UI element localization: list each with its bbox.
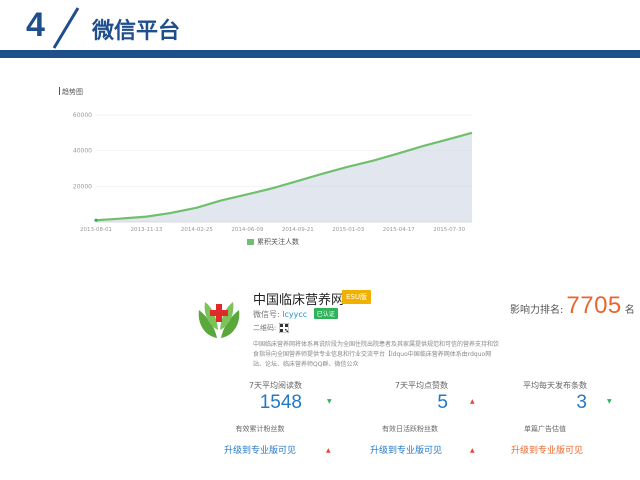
series-area [96, 132, 472, 222]
chart-title: 趋势图 [62, 88, 83, 96]
y-tick-label: 60000 [73, 112, 92, 119]
legend-label: 累积关注人数 [257, 238, 299, 246]
y-tick-label: 40000 [73, 148, 92, 155]
account-logo [198, 302, 240, 338]
legend-swatch [247, 239, 254, 245]
slide-title: 微信平台 [92, 19, 181, 44]
stat-label: 7天平均阅读数 [248, 381, 302, 390]
x-tick-label: 2014-02-25 [181, 227, 213, 232]
x-tick-label: 2014-06-09 [231, 227, 263, 232]
x-tick-label: 2013-08-01 [80, 227, 112, 232]
chart-legend[interactable]: 累积关注人数 [247, 237, 299, 247]
stat2-label: 有效日活跃粉丝数 [382, 425, 438, 433]
x-tick-label: 2015-01-03 [332, 227, 364, 232]
influence-rank: 影响力排名: 7705 名 [510, 292, 635, 320]
rank-unit: 名 [624, 305, 635, 316]
qr-code-icon[interactable] [279, 323, 290, 333]
wechat-id-line: 微信号: lcyycc 已认证 [253, 308, 338, 320]
data-point [94, 218, 98, 222]
upgrade-link[interactable]: 升级到专业版可见 [346, 443, 466, 456]
stat2-label: 有效累计粉丝数 [235, 425, 285, 433]
stat-avg-likes: 7天平均点赞数 5 [318, 380, 448, 414]
header-bar [0, 50, 640, 58]
account-name[interactable]: 中国临床营养网 [253, 289, 344, 308]
esu-badge: ESU版 [342, 290, 371, 304]
qr-code-line: 二维码: [253, 323, 290, 333]
trend-up-icon: ▲ [470, 447, 475, 454]
stat-value: 1548 [259, 392, 302, 413]
wechat-id-value: lcyycc [282, 310, 308, 319]
trend-up-icon: ▲ [326, 447, 331, 454]
y-tick-label: 20000 [73, 183, 92, 190]
x-tick-label: 2015-04-17 [383, 227, 415, 232]
slide-header: 4 微信平台 [0, 0, 640, 62]
trend-down-icon: ▼ [607, 398, 612, 405]
x-tick-label: 2013-11-13 [130, 227, 162, 232]
rank-value: 7705 [566, 292, 622, 319]
section-number: 4 [26, 6, 45, 44]
x-tick-label: 2015-07-30 [433, 227, 465, 232]
stat-label: 平均每天发布条数 [523, 381, 587, 390]
stat-avg-reads: 7天平均阅读数 1548 [172, 380, 302, 414]
stat-label: 7天平均点赞数 [394, 381, 448, 390]
stat-daily-posts: 平均每天发布条数 3 [457, 380, 587, 414]
chart-title-marker [59, 87, 60, 95]
upgrade-link[interactable]: 升级到专业版可见 [487, 443, 607, 456]
stat2-label: 单篇广告估值 [524, 425, 566, 433]
x-tick-label: 2014-09-21 [282, 227, 314, 232]
rank-label: 影响力排名: [510, 305, 564, 316]
slash-decoration-icon [52, 7, 80, 49]
verified-badge: 已认证 [313, 308, 338, 319]
stat-value: 5 [437, 392, 448, 413]
qr-label: 二维码: [253, 324, 277, 332]
upgrade-link[interactable]: 升级到专业版可见 [200, 443, 320, 456]
account-description: 中国临床营养网将体系再说阶段为全国住院出院患者及其家属提供规范和可信的营养支持和… [253, 341, 500, 368]
trend-chart: 20000 40000 60000 2013-08-01 2013-11-13 2014-… [73, 112, 473, 232]
stat-value: 3 [576, 392, 587, 413]
wechat-id-label: 微信号: [253, 310, 280, 319]
